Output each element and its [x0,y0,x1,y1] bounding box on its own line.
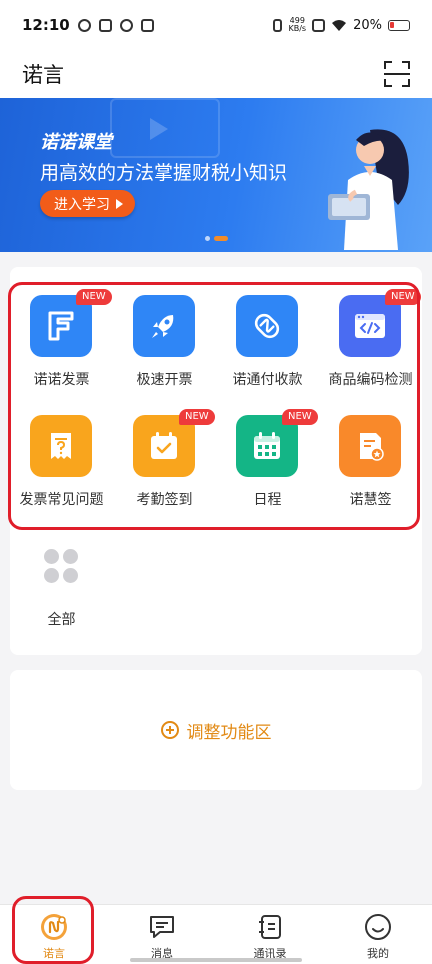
home-icon [41,914,67,940]
adjust-functions-label: 调整功能区 [186,722,272,743]
tab-contacts[interactable]: 通讯录 [216,905,324,964]
function-label: 考勤签到 [136,492,193,508]
sign-icon [339,415,401,477]
carousel-dot-active [213,236,228,241]
function-label: 诺通付收款 [232,372,303,388]
contacts-icon [259,915,281,939]
new-badge: NEW [282,409,318,425]
banner-slogan: 用高效的方法掌握财税小知识 [40,162,288,184]
faq-icon [30,415,92,477]
function-tile-attendance[interactable]: 考勤签到 NEW [113,387,216,508]
function-tile-faq[interactable]: 发票常见问题 [10,387,113,508]
status-time: 12:10 [22,16,70,34]
function-tile-invoice[interactable]: 诺诺发票 NEW [10,267,113,388]
network-speed-unit: KB/s [288,24,307,33]
play-icon [150,118,168,140]
sim-off-icon [312,18,326,32]
play-arrow-icon [116,198,123,209]
new-badge: NEW [76,289,112,305]
all-functions-button[interactable]: 全部 [10,537,113,637]
rocket-icon [133,295,195,357]
page-title: 诺言 [22,63,64,87]
link-notification-icon [119,18,133,32]
wechat-notification-icon [77,18,91,32]
function-label: 诺慧签 [349,492,392,508]
plus-circle-icon [160,721,179,739]
function-tile-code-check[interactable]: 商品编码检测 NEW [319,267,422,388]
tab-messages[interactable]: 消息 [108,905,216,964]
scan-icon[interactable] [384,61,410,87]
app-header: 诺言 [0,50,432,98]
all-functions-label: 全部 [47,612,76,628]
adjust-functions-button[interactable]: 调整功能区 [10,670,422,790]
message-icon [150,916,174,938]
app-notification-icon [98,18,112,32]
payment-icon [236,295,298,357]
profile-icon [365,914,391,940]
network-speed: 499 KB/s [288,17,306,33]
woman-with-laptop-illustration [328,129,409,250]
function-label: 商品编码检测 [328,372,413,388]
battery-percent: 20% [353,17,382,33]
function-tile-calendar[interactable]: 日程 NEW [216,387,319,508]
function-tile-payment[interactable]: 诺通付收款 [216,267,319,388]
battery-icon [388,19,410,31]
carousel-indicator [0,236,432,241]
enter-learning-button[interactable]: 进入学习 [40,190,135,217]
tab-home[interactable]: 诺言 [0,905,108,964]
tab-home-label: 诺言 [43,947,65,960]
carousel-dot [204,236,210,241]
function-label: 诺诺发票 [33,372,90,388]
tab-profile-label: 我的 [367,947,389,960]
function-tile-sign[interactable]: 诺慧签 [319,387,422,508]
function-tile-rocket[interactable]: 极速开票 [113,267,216,388]
function-label: 发票常见问题 [19,492,104,508]
promo-banner[interactable]: 诺诺课堂 用高效的方法掌握财税小知识 进入学习 [0,98,432,252]
clover-notification-icon [140,18,154,32]
new-badge: NEW [179,409,215,425]
status-bar: 12:10 499 KB/s 20% [0,0,432,50]
banner-brand: 诺诺课堂 [40,132,112,153]
gesture-bar[interactable] [130,958,302,962]
function-label: 日程 [253,492,282,508]
grid-dots-icon [44,549,80,585]
vibrate-icon [273,18,283,32]
function-label: 极速开票 [136,372,193,388]
tab-profile[interactable]: 我的 [324,905,432,964]
wifi-icon [332,19,347,31]
new-badge: NEW [385,289,421,305]
bottom-tab-bar: 诺言 消息 通讯录 我的 [0,904,432,964]
enter-learning-label: 进入学习 [54,196,110,213]
